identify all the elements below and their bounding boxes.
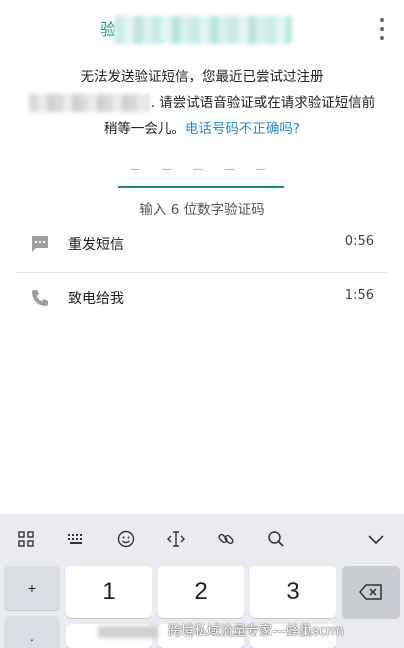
message-line-3: 稍等一会儿。电话号码不正确吗?: [16, 116, 388, 142]
resend-sms-timer: 0:56: [344, 234, 374, 249]
watermark: 跨境私域流量专家---蜂巢scrm: [98, 620, 404, 640]
backspace-key[interactable]: [342, 566, 400, 618]
message-icon: [32, 236, 48, 252]
key-1[interactable]: 1: [66, 566, 152, 618]
title-redacted: [114, 16, 292, 44]
code-input[interactable]: — — — — — —: [118, 152, 284, 212]
code-hint: 输入 6 位数字验证码: [139, 202, 265, 218]
keypad-icon[interactable]: [64, 527, 88, 551]
verification-screen: 验 无法发送验证短信，您最近已尝试过注册 . 请尝试语音验证或在请求验证短信前 …: [0, 0, 404, 510]
wrong-number-link[interactable]: 电话号码不正确吗?: [185, 121, 300, 137]
call-me-timer: 1:56: [344, 288, 374, 303]
message-line-2-text: . 请尝试语音验证或在请求验证短信前: [150, 95, 376, 111]
keyboard-toolbar: [0, 514, 404, 564]
resend-sms-option[interactable]: 重发短信 0:56: [0, 220, 404, 270]
watermark-redacted: [98, 625, 158, 638]
message-line-2: . 请尝试语音验证或在请求验证短信前: [16, 90, 388, 116]
watermark-text: 跨境私域流量专家---蜂巢scrm: [168, 624, 344, 639]
key-3[interactable]: 3: [250, 566, 336, 618]
collapse-icon[interactable]: [364, 527, 388, 551]
verification-message: 无法发送验证短信，您最近已尝试过注册 . 请尝试语音验证或在请求验证短信前 稍等…: [16, 64, 388, 142]
message-line-3-text: 稍等一会儿。: [103, 121, 185, 137]
grid-icon[interactable]: [14, 527, 38, 551]
plus-key[interactable]: +: [4, 566, 60, 610]
search-icon[interactable]: [264, 527, 288, 551]
more-vertical-icon[interactable]: [374, 18, 390, 40]
phone-number-redacted: [28, 94, 149, 112]
phone-icon: [32, 290, 48, 306]
dot-key[interactable]: .: [4, 616, 60, 648]
key-2[interactable]: 2: [158, 566, 244, 618]
emoji-icon[interactable]: [114, 527, 138, 551]
message-line-1: 无法发送验证短信，您最近已尝试过注册: [80, 69, 324, 85]
resend-sms-label: 重发短信: [68, 237, 124, 253]
backspace-icon: [359, 584, 382, 600]
call-me-label: 致电给我: [68, 291, 124, 307]
link-icon[interactable]: [214, 527, 238, 551]
cursor-icon[interactable]: [164, 527, 188, 551]
option-divider: [16, 272, 388, 273]
app-header: 验: [0, 0, 404, 58]
call-me-option[interactable]: 致电给我 1:56: [0, 274, 404, 324]
